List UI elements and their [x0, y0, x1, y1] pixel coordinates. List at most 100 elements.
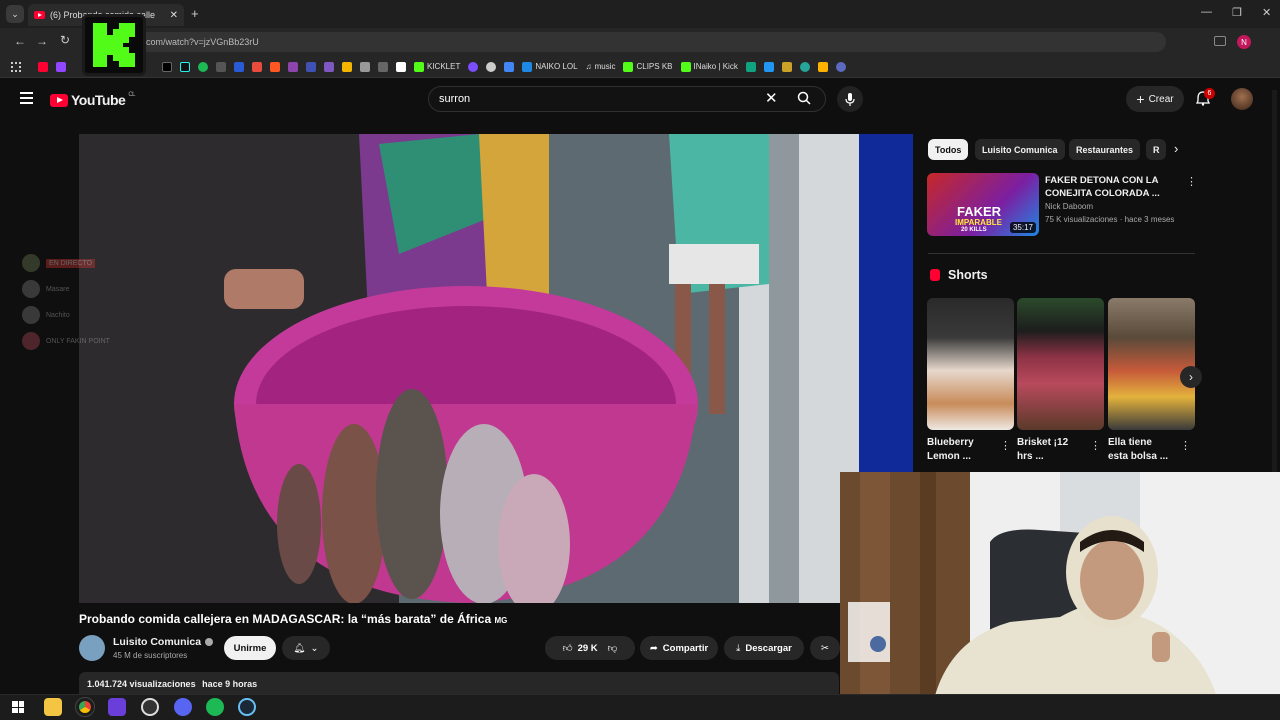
steam-icon[interactable]	[238, 698, 256, 716]
clip-button[interactable]: ✂	[810, 636, 840, 660]
bookmark-label: NAIKO LOL	[535, 62, 578, 71]
tab-search-button[interactable]: ⌄	[6, 5, 24, 23]
more-options-icon[interactable]: ⋮	[1000, 439, 1011, 452]
bookmark-music[interactable]: ♫ music	[586, 62, 616, 71]
bookmark-icon[interactable]	[216, 61, 226, 72]
more-options-icon[interactable]: ⋮	[1090, 439, 1101, 452]
minimize-window-button[interactable]: —	[1201, 6, 1212, 18]
short-title[interactable]: Ella tiene esta bolsa ...	[1108, 436, 1178, 464]
more-options-icon[interactable]: ⋮	[1180, 439, 1191, 452]
app-icon[interactable]	[108, 698, 126, 716]
windows-taskbar	[0, 694, 1280, 720]
bookmark-icon[interactable]	[763, 61, 774, 72]
bookmark-icon[interactable]	[781, 61, 792, 72]
spotify-bookmark-icon[interactable]	[198, 61, 208, 72]
recommended-thumbnail[interactable]: FAKER IMPARABLE 20 KILLS 35:17	[927, 173, 1039, 236]
short-title[interactable]: Blueberry Lemon ...	[927, 436, 997, 464]
bookmark-icon[interactable]	[504, 61, 515, 72]
recommended-channel[interactable]: Nick Daboom	[1045, 202, 1093, 211]
back-button[interactable]: ←	[14, 34, 26, 48]
maximize-window-button[interactable]: ❐	[1232, 6, 1242, 19]
close-window-button[interactable]: ✕	[1262, 6, 1271, 19]
short-title[interactable]: Brisket ¡12 hrs ...	[1017, 436, 1087, 464]
notifications-toggle[interactable]: 🔔︎ ⌄	[282, 636, 330, 660]
join-button[interactable]: Unirme	[224, 636, 276, 660]
chip-luisito-comunica[interactable]: Luisito Comunica	[975, 139, 1065, 160]
download-button[interactable]: ⤓ Descargar	[724, 636, 804, 660]
bookmarks-bar: KICKLET NAIKO LOL ♫ music CLIPS KB INaiko…	[0, 56, 1280, 78]
bookmark-icon[interactable]	[378, 61, 388, 72]
chip-more[interactable]: R	[1146, 139, 1166, 160]
bookmark-icon[interactable]	[468, 61, 479, 72]
chip-restaurantes[interactable]: Restaurantes	[1069, 139, 1141, 160]
bookmark-icon[interactable]	[234, 61, 244, 72]
address-bar[interactable]: com/watch?v=jzVGnBb23rU	[136, 32, 1166, 52]
avatar[interactable]	[1231, 88, 1253, 110]
chip-todos[interactable]: Todos	[928, 139, 969, 160]
short-thumbnail[interactable]	[1108, 298, 1195, 430]
bookmark-icon[interactable]	[835, 61, 846, 72]
bookmark-icon[interactable]	[396, 61, 406, 72]
bookmark-icon[interactable]	[306, 61, 316, 72]
windows-icon[interactable]	[12, 701, 24, 713]
tiktok-bookmark-icon[interactable]	[180, 61, 190, 72]
forward-button[interactable]: →	[36, 34, 48, 48]
bookmark-label: music	[594, 62, 616, 71]
channel-name-text: Luisito Comunica	[113, 636, 202, 648]
reload-button[interactable]: ↻	[60, 33, 70, 47]
create-button[interactable]: + Crear	[1126, 86, 1184, 112]
recommended-title[interactable]: FAKER DETONA CON LA CONEJITA COLORADA ..…	[1045, 174, 1160, 200]
more-options-icon[interactable]: ⋮	[1186, 175, 1197, 188]
bookmark-kicklet[interactable]: KICKLET	[414, 61, 460, 72]
like-button[interactable]: 👍︎ 29 K	[563, 642, 598, 655]
close-tab-icon[interactable]: ✕	[170, 10, 178, 21]
bookmark-icon[interactable]	[360, 61, 370, 72]
youtube-logo-text: YouTube	[71, 92, 126, 108]
bookmark-icon[interactable]	[288, 61, 298, 72]
share-button[interactable]: ➦ Compartir	[640, 636, 718, 660]
channel-name[interactable]: Luisito Comunica	[113, 636, 214, 648]
profile-avatar[interactable]: N	[1237, 35, 1251, 49]
bookmark-icon[interactable]	[745, 61, 756, 72]
short-title-line: Lemon ...	[927, 451, 971, 462]
shorts-next-button[interactable]: ›	[1180, 366, 1202, 388]
bookmark-icon[interactable]	[342, 61, 352, 72]
lol-icon	[522, 61, 533, 72]
bookmark-icon[interactable]	[270, 61, 280, 72]
x-bookmark-icon[interactable]	[162, 61, 172, 72]
discord-icon[interactable]	[174, 698, 192, 716]
bookmark-icon[interactable]	[252, 61, 262, 72]
short-thumbnail[interactable]	[927, 298, 1014, 430]
channel-avatar[interactable]	[79, 635, 105, 661]
bookmark-label: INaiko | Kick	[693, 62, 738, 71]
youtube-logo[interactable]: YouTube CL	[50, 92, 135, 108]
mic-button[interactable]	[837, 86, 863, 112]
bookmark-icon[interactable]	[799, 61, 810, 72]
obs-icon[interactable]	[141, 698, 159, 716]
short-thumbnail[interactable]	[1017, 298, 1104, 430]
notification-badge: 6	[1204, 88, 1215, 99]
chrome-icon[interactable]	[75, 697, 95, 717]
bookmark-naiko-kick[interactable]: INaiko | Kick	[680, 61, 738, 72]
chevron-right-icon[interactable]: ›	[1174, 141, 1178, 156]
bookmark-clips-kb[interactable]: CLIPS KB	[623, 61, 673, 72]
new-tab-button[interactable]: +	[191, 6, 199, 21]
extensions-icon[interactable]	[1214, 36, 1226, 46]
overlay-item: Masare	[46, 285, 70, 293]
bookmark-icon[interactable]	[486, 61, 497, 72]
bookmark-naiko-lol[interactable]: NAIKO LOL	[522, 61, 578, 72]
apps-grid-icon[interactable]	[11, 62, 21, 72]
video-player[interactable]	[79, 134, 913, 603]
kicklet-icon	[414, 61, 424, 72]
twitch-bookmark-icon[interactable]	[56, 61, 66, 72]
search-icon[interactable]	[797, 91, 811, 110]
menu-icon[interactable]	[20, 92, 33, 104]
close-icon[interactable]: ✕	[765, 89, 778, 107]
file-explorer-icon[interactable]	[44, 698, 62, 716]
dislike-icon[interactable]: 👎︎	[608, 642, 618, 654]
bookmark-icon[interactable]	[324, 61, 334, 72]
chip-label: R	[1153, 144, 1160, 155]
spotify-icon[interactable]	[206, 698, 224, 716]
youtube-bookmark-icon[interactable]	[38, 61, 48, 72]
bookmark-icon[interactable]	[817, 61, 828, 72]
